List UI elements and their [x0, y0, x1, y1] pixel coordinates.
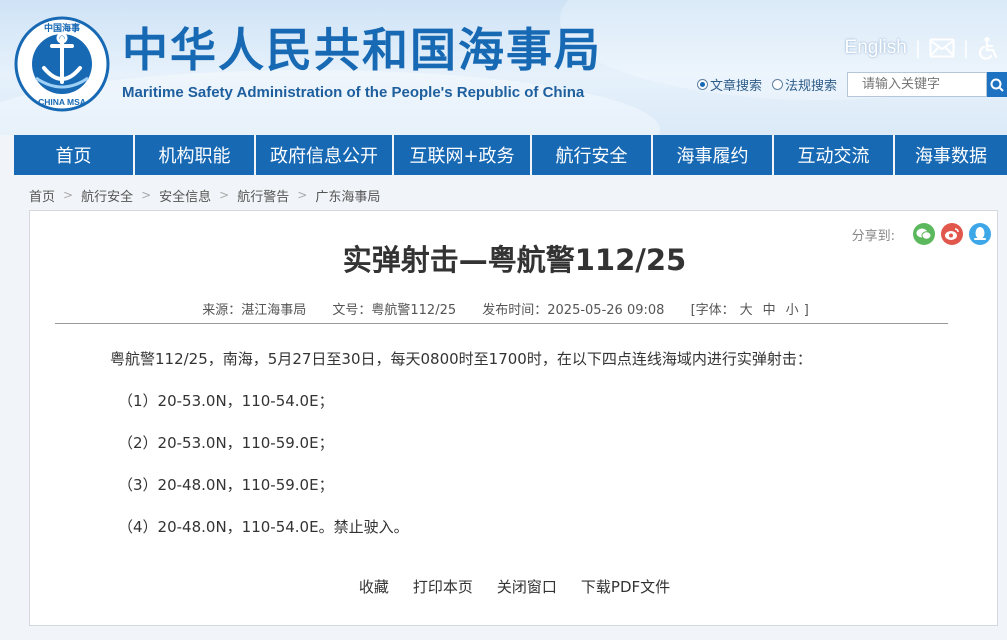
font-size-large[interactable]: 大 [740, 303, 753, 318]
print-button[interactable]: 打印本页 [413, 576, 473, 597]
radio-law-search[interactable]: 法规搜索 [771, 75, 837, 94]
top-links: English | | [845, 34, 999, 62]
chevron-right-icon: > [141, 188, 152, 202]
divider [55, 323, 948, 324]
article-body: 粤航警112/25，南海，5月27日至30日，每天0800时至1700时，在以下… [110, 349, 970, 559]
site-subtitle: Maritime Safety Administration of the Pe… [122, 84, 585, 101]
svg-text:中国海事: 中国海事 [44, 22, 80, 34]
coordinate-point: （4）20-48.0N，110-54.0E。禁止驶入。 [118, 518, 409, 536]
article-actions: 收藏 打印本页 关闭窗口 下载PDF文件 [30, 576, 999, 597]
site-header: 中国海事 CHINA MSA 中华人民共和国海事局 Maritime Safet… [0, 0, 1007, 135]
nav-item-home[interactable]: 首页 [14, 135, 135, 175]
nav-item-data[interactable]: 海事数据 [895, 135, 1007, 175]
breadcrumb-safety-info[interactable]: 安全信息 [159, 186, 211, 205]
msa-logo[interactable]: 中国海事 CHINA MSA [14, 16, 110, 112]
radio-article-search[interactable]: 文章搜索 [696, 75, 762, 94]
article-container: 分享到: 实弹射击—粤航警112/25 来源：湛江海事局 文号：粤航警112/2… [29, 210, 998, 626]
site-title: 中华人民共和国海事局 [122, 23, 602, 77]
favorite-button[interactable]: 收藏 [359, 576, 389, 597]
breadcrumb-guangdong-msa[interactable]: 广东海事局 [315, 186, 380, 205]
english-link[interactable]: English [845, 37, 907, 59]
main-nav: 首页 机构职能 政府信息公开 互联网+政务 航行安全 海事履约 互动交流 海事数… [14, 135, 1007, 175]
nav-item-compliance[interactable]: 海事履约 [653, 135, 774, 175]
article-source: 来源：湛江海事局 [202, 303, 307, 318]
mail-icon[interactable] [929, 38, 955, 58]
nav-item-internet-gov[interactable]: 互联网+政务 [394, 135, 532, 175]
accessibility-icon[interactable] [977, 36, 999, 60]
svg-text:CHINA MSA: CHINA MSA [38, 97, 86, 107]
font-size-small[interactable]: 小 [786, 303, 799, 318]
separator: | [914, 37, 921, 59]
nav-item-interaction[interactable]: 互动交流 [774, 135, 895, 175]
search-bar: 文章搜索 法规搜索 [696, 71, 1007, 98]
coordinate-point: （3）20-48.0N，110-59.0E； [118, 476, 334, 494]
nav-item-navigation-safety[interactable]: 航行安全 [532, 135, 653, 175]
article-doc-number: 文号：粤航警112/25 [332, 303, 457, 318]
radio-dot-selected [696, 79, 708, 90]
article-publish-time: 发布时间：2025-05-26 09:08 [482, 303, 665, 318]
article-meta: 来源：湛江海事局 文号：粤航警112/25 发布时间：2025-05-26 09… [30, 299, 970, 318]
breadcrumb-navigation-safety[interactable]: 航行安全 [81, 186, 133, 205]
breadcrumb-home[interactable]: 首页 [29, 186, 55, 205]
breadcrumb-nav-warning[interactable]: 航行警告 [237, 186, 289, 205]
chevron-right-icon: > [219, 188, 230, 202]
search-icon[interactable] [987, 72, 1007, 97]
coordinate-point: （1）20-53.0N，110-54.0E； [118, 392, 334, 410]
font-size-close: ] [803, 303, 809, 318]
font-size-label: [字体： [690, 303, 735, 318]
article-paragraph: 粤航警112/25，南海，5月27日至30日，每天0800时至1700时，在以下… [110, 350, 812, 368]
article-title: 实弹射击—粤航警112/25 [342, 243, 687, 277]
chevron-right-icon: > [63, 188, 74, 202]
nav-item-functions[interactable]: 机构职能 [135, 135, 256, 175]
radio-dot [771, 79, 783, 90]
search-input[interactable] [847, 72, 987, 97]
nav-item-gov-info[interactable]: 政府信息公开 [256, 135, 394, 175]
download-pdf-button[interactable]: 下载PDF文件 [581, 576, 670, 597]
close-window-button[interactable]: 关闭窗口 [497, 576, 557, 597]
font-size-medium[interactable]: 中 [763, 303, 776, 318]
chevron-right-icon: > [297, 188, 308, 202]
separator: | [962, 37, 969, 59]
breadcrumb: 首页 > 航行安全 > 安全信息 > 航行警告 > 广东海事局 [29, 186, 380, 205]
coordinate-point: （2）20-53.0N，110-59.0E； [118, 434, 334, 452]
